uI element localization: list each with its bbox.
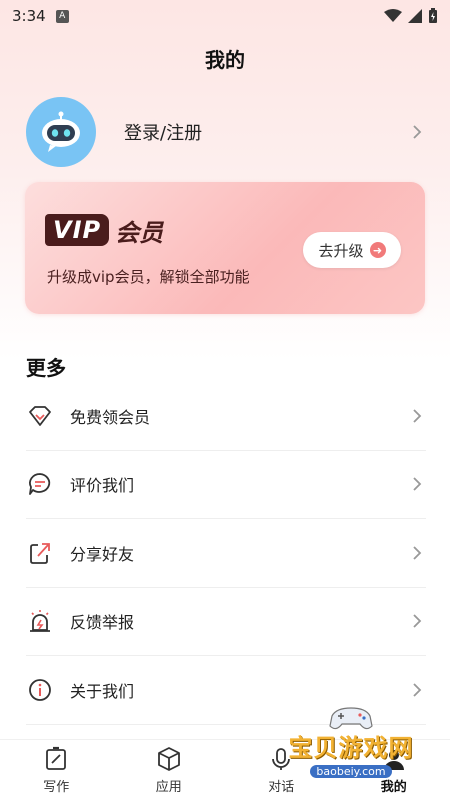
- menu-label: 关于我们: [70, 681, 135, 701]
- status-time: 3:34: [12, 7, 46, 25]
- login-row[interactable]: 登录/注册: [26, 96, 426, 168]
- tab-apps[interactable]: 应用: [113, 740, 226, 800]
- diamond-icon: [26, 402, 54, 430]
- page-title: 我的: [205, 48, 245, 72]
- edit-icon: [46, 746, 67, 770]
- status-bar: 3:34 A: [0, 0, 450, 32]
- chevron-right-icon: [413, 683, 422, 697]
- menu-label: 评价我们: [70, 476, 135, 496]
- more-menu: 免费领会员 评价我们 分享好友 反馈举报 关于我们: [26, 382, 426, 755]
- chevron-right-icon: [413, 614, 422, 628]
- vip-member-label: 会员: [115, 218, 164, 247]
- watermark: 宝贝游戏网 baobeiy.com: [276, 706, 426, 786]
- chevron-right-icon: [413, 409, 422, 423]
- wifi-icon: [384, 9, 402, 22]
- login-register-link[interactable]: 登录/注册: [124, 119, 202, 145]
- tab-label: 写作: [43, 779, 70, 795]
- robot-avatar-icon: [42, 111, 80, 152]
- gamepad-icon: [329, 707, 373, 730]
- avatar[interactable]: [26, 97, 96, 167]
- cube-icon: [157, 746, 180, 771]
- watermark-url: baobeiy.com: [310, 765, 392, 778]
- menu-item-feedback[interactable]: 反馈举报: [26, 588, 426, 656]
- watermark-text: 宝贝游戏网: [288, 734, 414, 762]
- menu-item-share[interactable]: 分享好友: [26, 519, 426, 588]
- vip-card[interactable]: VIP 会员 升级成vip会员，解锁全部功能 去升级 ➜: [25, 182, 425, 314]
- chevron-right-icon: [413, 125, 422, 139]
- menu-label: 分享好友: [70, 544, 135, 564]
- battery-icon: [429, 8, 437, 23]
- chevron-right-icon: [413, 477, 422, 491]
- arrow-right-icon: ➜: [369, 242, 386, 258]
- menu-label: 免费领会员: [70, 407, 151, 427]
- share-icon: [26, 539, 54, 567]
- tab-write[interactable]: 写作: [0, 740, 113, 800]
- tab-label: 应用: [155, 779, 182, 795]
- menu-item-free-vip[interactable]: 免费领会员: [26, 382, 426, 451]
- upgrade-button[interactable]: 去升级 ➜: [303, 232, 401, 268]
- comment-icon: [26, 470, 54, 498]
- vip-badge: VIP 会员: [45, 214, 164, 247]
- chevron-right-icon: [413, 546, 422, 560]
- signal-icon: [408, 9, 422, 23]
- section-title-more: 更多: [26, 356, 66, 380]
- info-icon: [26, 676, 54, 704]
- vip-logo: VIP: [45, 214, 110, 246]
- menu-item-rate-us[interactable]: 评价我们: [26, 451, 426, 519]
- vip-description: 升级成vip会员，解锁全部功能: [47, 268, 250, 286]
- upgrade-label: 去升级: [318, 241, 364, 260]
- notification-icon: A: [55, 9, 69, 23]
- alarm-icon: [26, 607, 54, 635]
- menu-label: 反馈举报: [70, 613, 135, 633]
